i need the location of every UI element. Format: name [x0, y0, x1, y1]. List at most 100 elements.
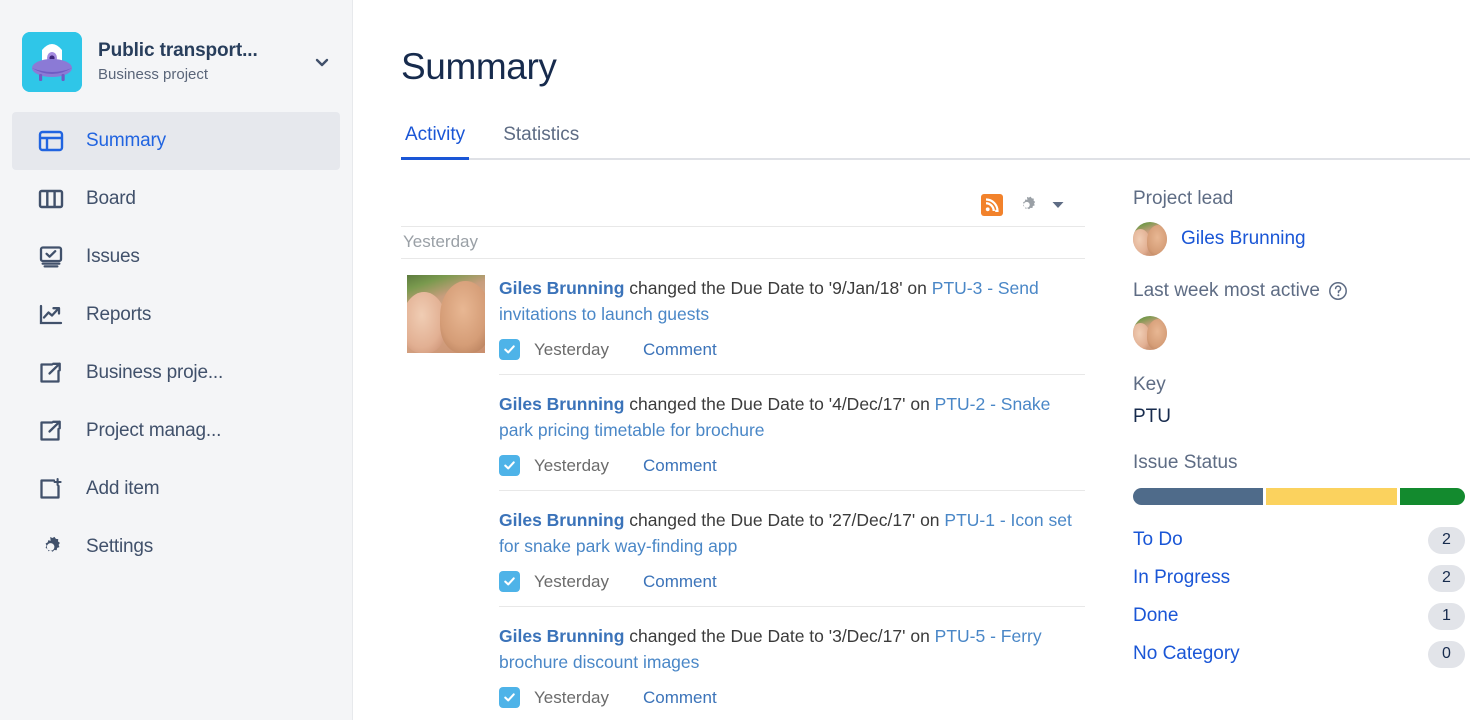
comment-link[interactable]: Comment [643, 340, 717, 360]
issue-status-bar [1133, 488, 1465, 505]
caret-down-icon[interactable] [1051, 200, 1065, 210]
tab-bar: Activity Statistics [401, 114, 1470, 160]
entry-text: Giles Brunning changed the Due Date to '… [499, 275, 1085, 327]
tab-activity[interactable]: Activity [401, 124, 469, 158]
key-value: PTU [1133, 406, 1470, 428]
issue-status-block: Issue Status To Do 2 In Progress [1133, 452, 1470, 673]
comment-link[interactable]: Comment [643, 572, 717, 592]
sidebar-item-settings[interactable]: Settings [12, 518, 340, 576]
checkbox-icon[interactable] [499, 339, 520, 360]
sidebar-item-reports[interactable]: Reports [12, 286, 340, 344]
project-lead-block: Project lead Giles Brunning [1133, 188, 1470, 256]
project-type: Business project [98, 64, 308, 85]
tab-label: Statistics [503, 124, 579, 145]
status-row[interactable]: In Progress 2 [1133, 559, 1465, 597]
checkbox-icon[interactable] [499, 687, 520, 708]
status-segment-todo[interactable] [1133, 488, 1263, 505]
rss-feed-icon[interactable] [981, 194, 1003, 216]
gear-icon[interactable] [1017, 195, 1037, 215]
entry-meta: Yesterday Comment [499, 687, 1085, 708]
comment-link[interactable]: Comment [643, 688, 717, 708]
sidebar-item-project-management[interactable]: Project manag... [12, 402, 340, 460]
page-title: Summary [401, 46, 1470, 88]
status-segment-inprogress[interactable] [1266, 488, 1396, 505]
project-lead-row[interactable]: Giles Brunning [1133, 222, 1470, 256]
entry-action: changed the Due Date to '9/Jan/18' on [624, 278, 931, 298]
entry-body: Giles Brunning changed the Due Date to '… [499, 623, 1085, 720]
reports-trend-icon [36, 300, 66, 330]
last-week-active-block: Last week most active [1133, 280, 1470, 350]
entry-actor[interactable]: Giles Brunning [499, 394, 624, 414]
status-name[interactable]: To Do [1133, 529, 1183, 551]
project-name: Public transport... [98, 39, 308, 63]
tab-statistics[interactable]: Statistics [499, 124, 583, 158]
entry-text: Giles Brunning changed the Due Date to '… [499, 391, 1085, 443]
summary-icon [36, 126, 66, 156]
content-row: Yesterday Giles Brunning changed the Due… [401, 188, 1470, 720]
last-week-active-label: Last week most active [1133, 280, 1470, 302]
status-name[interactable]: Done [1133, 605, 1178, 627]
entry-avatar-slot [401, 275, 499, 375]
entry-text: Giles Brunning changed the Due Date to '… [499, 623, 1085, 675]
status-name[interactable]: In Progress [1133, 567, 1230, 589]
entry-body: Giles Brunning changed the Due Date to '… [499, 391, 1085, 491]
tab-label: Activity [405, 124, 465, 145]
activity-entry: Giles Brunning changed the Due Date to '… [401, 375, 1085, 491]
status-count: 2 [1428, 527, 1465, 554]
sidebar-item-business-project[interactable]: Business proje... [12, 344, 340, 402]
checkbox-icon[interactable] [499, 455, 520, 476]
sidebar-item-label: Project manag... [86, 420, 221, 442]
activity-entry: Giles Brunning changed the Due Date to '… [401, 259, 1085, 375]
sidebar-item-label: Summary [86, 130, 166, 152]
entry-action: changed the Due Date to '3/Dec/17' on [624, 626, 934, 646]
comment-link[interactable]: Comment [643, 456, 717, 476]
entry-meta: Yesterday Comment [499, 571, 1085, 592]
sidebar-item-summary[interactable]: Summary [12, 112, 340, 170]
issues-icon [36, 242, 66, 272]
entry-meta: Yesterday Comment [499, 455, 1085, 476]
board-columns-icon [36, 184, 66, 214]
status-name[interactable]: No Category [1133, 643, 1240, 665]
sidebar-item-label: Settings [86, 536, 153, 558]
status-segment-done[interactable] [1400, 488, 1465, 505]
entry-actor[interactable]: Giles Brunning [499, 626, 624, 646]
sidebar-item-label: Add item [86, 478, 159, 500]
sidebar-item-label: Issues [86, 246, 140, 268]
entry-action: changed the Due Date to '27/Dec/17' on [624, 510, 944, 530]
gear-icon [36, 532, 66, 562]
left-sidebar: Public transport... Business project [0, 0, 353, 720]
entry-actor[interactable]: Giles Brunning [499, 510, 624, 530]
entry-body: Giles Brunning changed the Due Date to '… [499, 507, 1085, 607]
entry-timestamp: Yesterday [534, 340, 609, 360]
sidebar-item-add-item[interactable]: Add item [12, 460, 340, 518]
checkbox-icon[interactable] [499, 571, 520, 592]
avatar[interactable] [1133, 316, 1167, 350]
project-details-panel: Project lead Giles Brunning Last week mo… [1133, 188, 1470, 720]
chevron-down-icon[interactable] [312, 48, 334, 77]
status-row[interactable]: No Category 0 [1133, 635, 1465, 673]
app-root: Public transport... Business project [0, 0, 1470, 720]
sidebar-item-label: Reports [86, 304, 151, 326]
project-lead-name[interactable]: Giles Brunning [1181, 228, 1306, 250]
activity-stream: Yesterday Giles Brunning changed the Due… [401, 188, 1101, 720]
entry-avatar-slot [401, 391, 499, 491]
entry-timestamp: Yesterday [534, 572, 609, 592]
status-row[interactable]: Done 1 [1133, 597, 1465, 635]
status-count: 2 [1428, 565, 1465, 592]
activity-date-header: Yesterday [401, 226, 1085, 259]
avatar [407, 275, 485, 353]
active-users-list [1133, 316, 1470, 350]
entry-timestamp: Yesterday [534, 688, 609, 708]
sidebar-item-board[interactable]: Board [12, 170, 340, 228]
external-link-icon [36, 358, 66, 388]
sidebar-item-label: Business proje... [86, 362, 223, 384]
entry-actor[interactable]: Giles Brunning [499, 278, 624, 298]
help-circle-icon[interactable] [1328, 281, 1348, 301]
project-switcher[interactable]: Public transport... Business project [0, 26, 352, 98]
entry-meta: Yesterday Comment [499, 339, 1085, 360]
entry-avatar-slot [401, 623, 499, 720]
sidebar-item-issues[interactable]: Issues [12, 228, 340, 286]
key-block: Key PTU [1133, 374, 1470, 428]
status-row[interactable]: To Do 2 [1133, 521, 1465, 559]
external-link-icon [36, 416, 66, 446]
